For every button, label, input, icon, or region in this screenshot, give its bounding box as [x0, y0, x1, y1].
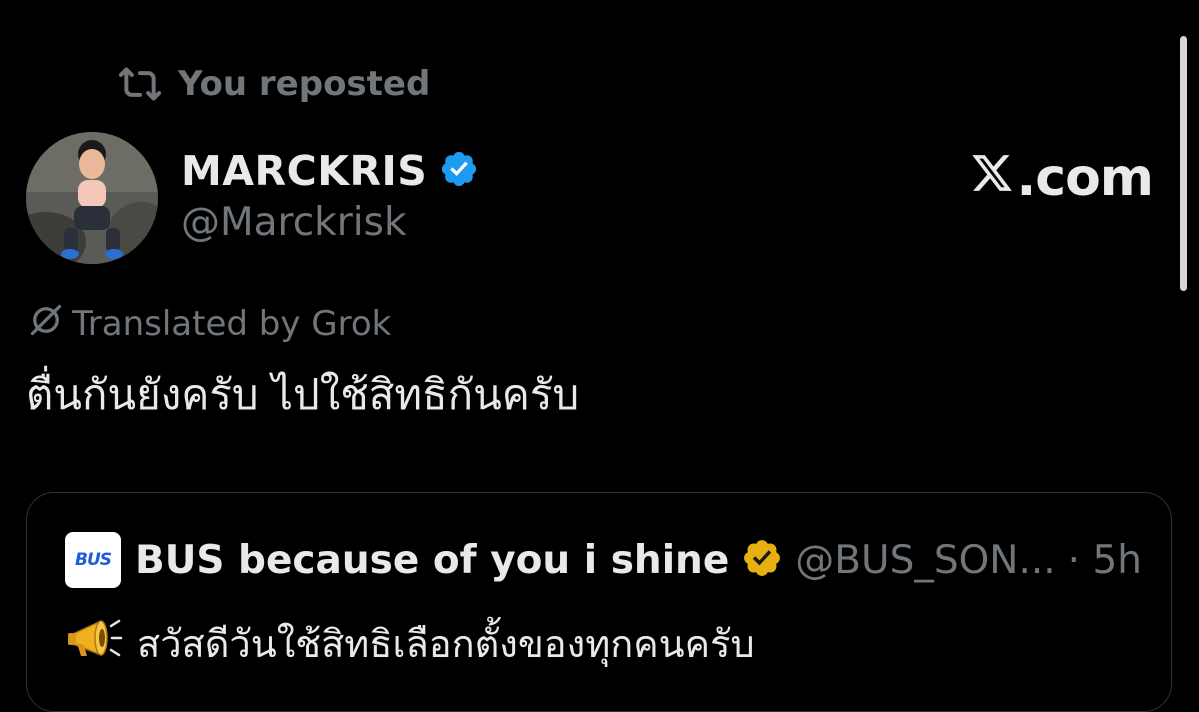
megaphone-icon	[65, 616, 123, 671]
quoted-tweet-card[interactable]: BUS BUS because of you i shine @BUS_SON.…	[26, 492, 1172, 712]
author-display-name[interactable]: MARCKRIS	[181, 147, 427, 195]
repost-icon	[118, 64, 162, 104]
quoted-avatar-text: BUS	[74, 550, 112, 570]
x-logo-icon	[969, 148, 1017, 208]
quoted-tweet-header: BUS BUS because of you i shine @BUS_SON.…	[65, 531, 1142, 589]
quoted-tweet-text-line1: สวัสดีวันใช้สิทธิเลือกตั้งของทุกคนครับ	[137, 621, 755, 666]
quoted-author-handle[interactable]: @BUS_SON...	[795, 538, 1055, 583]
brand-watermark: .com	[969, 148, 1154, 208]
quoted-tweet-timestamp[interactable]: · 5h	[1068, 538, 1142, 583]
author-avatar[interactable]	[26, 132, 158, 264]
grok-icon	[28, 302, 64, 347]
brand-domain: .com	[1016, 148, 1154, 208]
translation-indicator[interactable]: Translated by Grok	[28, 302, 391, 346]
author-handle[interactable]: @Marckrisk	[181, 200, 407, 245]
author-name-row[interactable]: MARCKRIS	[181, 145, 479, 197]
quoted-author-avatar[interactable]: BUS	[65, 532, 121, 588]
tweet-text: ตื่นกันยังครับ ไปใช้สิทธิกันครับ	[26, 370, 580, 419]
repost-label: You reposted	[178, 64, 431, 104]
gold-verified-badge-icon	[741, 537, 783, 583]
repost-indicator: You reposted	[118, 62, 430, 106]
verified-badge-icon	[439, 149, 479, 193]
quoted-author-display-name[interactable]: BUS because of you i shine	[135, 538, 729, 583]
quoted-tweet-line: สวัสดีวันใช้สิทธิเลือกตั้งของทุกคนครับ	[65, 613, 755, 673]
scrollbar[interactable]	[1180, 36, 1187, 291]
translation-label: Translated by Grok	[72, 304, 392, 344]
